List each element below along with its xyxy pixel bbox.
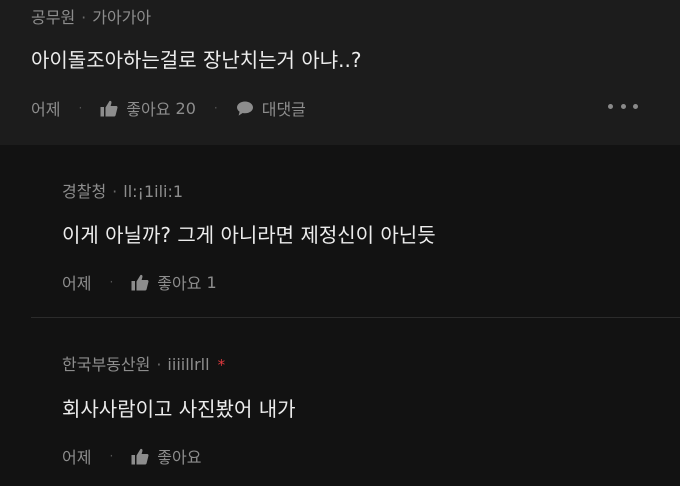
comment-meta: 공무원 · 가아가아 <box>31 4 151 28</box>
reply-label: 대댓글 <box>261 100 306 119</box>
author-company[interactable]: 한국부동산원 <box>62 355 150 374</box>
thumbs-up-icon <box>131 274 149 290</box>
like-label: 좋아요 <box>157 448 202 467</box>
like-label: 좋아요 <box>126 100 171 119</box>
author-company[interactable]: 공무원 <box>31 8 75 27</box>
speech-bubble-icon <box>236 101 253 116</box>
reply-divider <box>31 317 680 318</box>
reply-actions: 어제 · 좋아요 1 <box>62 270 217 294</box>
comment-text: 아이돌조아하는걸로 장난치는거 아냐..? <box>31 48 362 72</box>
comment-time: 어제 <box>31 100 61 119</box>
author-nickname[interactable]: ll:¡1ili:1 <box>123 182 183 201</box>
more-dot <box>633 103 638 109</box>
author-nickname[interactable]: 가아가아 <box>92 8 151 27</box>
reply-button[interactable]: 대댓글 <box>236 96 306 120</box>
reply-text: 이게 아닐까? 그게 아니라면 제정신이 아닌듯 <box>62 223 436 247</box>
like-count: 1 <box>206 272 217 292</box>
comment-actions: 어제 · 좋아요 20 · 대댓글 <box>31 96 306 120</box>
action-separator: · <box>78 101 83 115</box>
reply-time: 어제 <box>62 448 92 467</box>
thumbs-up-icon <box>100 100 118 116</box>
more-dots-icon <box>608 103 613 109</box>
action-separator: · <box>213 101 218 115</box>
main-comment: 공무원 · 가아가아 아이돌조아하는걸로 장난치는거 아냐..? 어제 · 좋아요 … <box>0 0 680 145</box>
more-dot <box>620 103 626 109</box>
reply-actions: 어제 · 좋아요 <box>62 444 201 468</box>
like-count: 20 <box>175 98 196 118</box>
like-button[interactable]: 좋아요 20 <box>100 96 196 120</box>
meta-separator: · <box>156 355 162 374</box>
like-button[interactable]: 좋아요 1 <box>131 270 217 294</box>
author-company[interactable]: 경찰청 <box>62 182 106 201</box>
like-label: 좋아요 <box>157 274 202 293</box>
author-badge: * <box>217 356 226 374</box>
thumbs-up-icon <box>131 448 149 464</box>
reply-time: 어제 <box>62 274 92 293</box>
meta-separator: · <box>81 8 87 27</box>
author-nickname[interactable]: iiiillrll <box>167 355 209 374</box>
like-button[interactable]: 좋아요 <box>131 444 201 468</box>
meta-separator: · <box>112 182 118 201</box>
reply-list: 경찰청 · ll:¡1ili:1 이게 아닐까? 그게 아니라면 제정신이 아닌듯 … <box>0 145 680 486</box>
reply-meta: 한국부동산원 · iiiillrll * <box>62 351 225 375</box>
action-separator: · <box>109 275 114 289</box>
reply-text: 회사사람이고 사진봤어 내가 <box>62 397 296 421</box>
action-separator: · <box>109 449 114 463</box>
reply-meta: 경찰청 · ll:¡1ili:1 <box>62 178 183 202</box>
more-options-button[interactable] <box>608 100 638 112</box>
